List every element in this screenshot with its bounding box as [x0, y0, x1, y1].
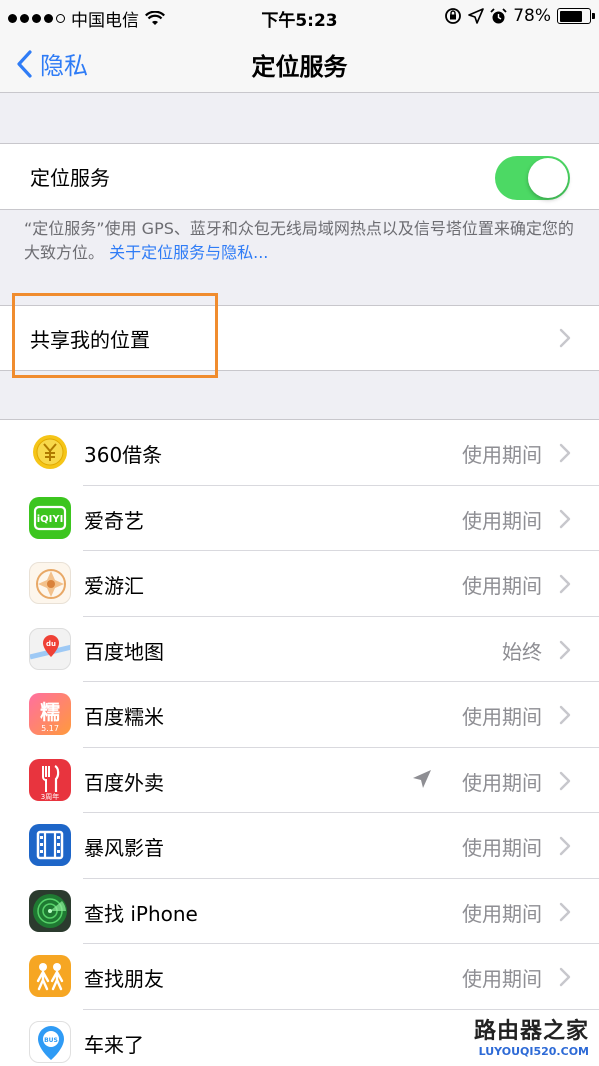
nuomi-logo-char: 糯 — [40, 700, 60, 724]
chevron-right-icon — [559, 328, 571, 348]
rotation-lock-icon — [445, 8, 462, 24]
app-permission: 使用期间 — [462, 443, 542, 467]
app-permission: 使用期间 — [462, 770, 542, 795]
carrier-label: 中国电信 — [71, 11, 139, 31]
iqiyi-icon: iQIYI — [29, 496, 71, 539]
nuomi-logo-date: 5.17 — [41, 724, 59, 733]
baidu-logo-text: du — [46, 640, 56, 648]
app-list: 360借条 使用期间 iQIYI 爱奇艺 使用期间 爱游汇 使用期间 du 百度… — [0, 419, 599, 1066]
chevron-right-icon — [559, 902, 571, 921]
find-iphone-icon — [29, 889, 71, 932]
wifi-icon — [145, 10, 165, 25]
app-row-find-friends[interactable]: 查找朋友 使用期间 — [0, 944, 599, 1010]
app-permission: 使用期间 — [462, 705, 542, 729]
battery-percent: 78% — [513, 6, 551, 26]
footer-text: “定位服务”使用 GPS、蓝牙和众包无线局域网热点以及信号塔位置来确定您的大致方… — [24, 219, 574, 262]
app-name: 360借条 — [84, 443, 163, 467]
find-friends-icon — [29, 955, 71, 997]
battery-level-fill — [559, 10, 583, 22]
waimai-logo-badge: 3周年 — [41, 792, 59, 801]
location-services-row: 定位服务 — [0, 144, 599, 209]
battery-icon — [557, 8, 595, 24]
app-row-find-iphone[interactable]: 查找 iPhone 使用期间 — [0, 879, 599, 944]
app-row-baidu-nuomi[interactable]: 糯 5.17 百度糯米 使用期间 — [0, 682, 599, 748]
app-permission: 使用期间 — [462, 574, 542, 598]
chelaile-icon: BUS — [29, 1020, 71, 1063]
app-permission: 使用期间 — [462, 508, 542, 533]
app-row-360-jietiao[interactable]: 360借条 使用期间 — [0, 420, 599, 486]
app-name: 百度外卖 — [84, 770, 164, 795]
toggle-knob — [528, 158, 568, 198]
app-permission: 使用期间 — [462, 967, 542, 991]
location-services-toggle[interactable] — [495, 156, 570, 200]
app-row-aiyouhui[interactable]: 爱游汇 使用期间 — [0, 551, 599, 617]
chevron-right-icon — [559, 836, 571, 856]
baofeng-icon — [29, 824, 71, 866]
app-row-iqiyi[interactable]: iQIYI 爱奇艺 使用期间 — [0, 486, 599, 551]
share-location-group: 共享我的位置 — [0, 305, 599, 371]
privacy-link[interactable]: 关于定位服务与隐私... — [109, 243, 268, 262]
watermark: 路由器之家 LUYOUQI520.COM — [474, 1013, 589, 1058]
location-used-icon — [413, 769, 431, 788]
signal-strength-icon — [8, 14, 65, 23]
share-location-label: 共享我的位置 — [30, 327, 150, 352]
chevron-right-icon — [559, 771, 571, 790]
navigation-bar: 隐私 定位服务 — [0, 34, 599, 93]
baidu-waimai-icon: 3周年 — [29, 758, 71, 801]
app-permission: 始终 — [502, 639, 542, 664]
app-name: 车来了 — [84, 1032, 144, 1057]
iqiyi-logo-text: iQIYI — [37, 514, 64, 525]
status-bar: 中国电信 下午5:23 78% — [0, 0, 599, 34]
page-title: 定位服务 — [251, 53, 348, 81]
location-arrow-icon — [468, 8, 485, 24]
share-location-row[interactable]: 共享我的位置 — [0, 306, 599, 370]
app-row-baidu-waimai[interactable]: 3周年 百度外卖 使用期间 — [0, 748, 599, 813]
app-name: 暴风影音 — [84, 836, 164, 860]
app-name: 百度糯米 — [84, 705, 164, 729]
chevron-right-icon — [559, 640, 571, 659]
app-name: 百度地图 — [84, 639, 164, 664]
back-button[interactable]: 隐私 — [16, 46, 88, 81]
baidu-nuomi-icon: 糯 5.17 — [29, 693, 71, 735]
location-services-footer: “定位服务”使用 GPS、蓝牙和众包无线局域网热点以及信号塔位置来确定您的大致方… — [24, 217, 574, 265]
app-permission: 使用期间 — [462, 836, 542, 860]
location-services-label: 定位服务 — [30, 166, 110, 190]
watermark-url: LUYOUQI520.COM — [478, 1045, 589, 1058]
chevron-right-icon — [559, 705, 571, 725]
baidu-map-icon: du — [29, 627, 71, 670]
app-name: 爱奇艺 — [84, 508, 144, 533]
watermark-title: 路由器之家 — [473, 1019, 589, 1044]
app-name: 查找朋友 — [84, 967, 164, 991]
location-services-group: 定位服务 — [0, 143, 599, 210]
app-name: 爱游汇 — [84, 574, 144, 598]
bus-logo-text: BUS — [44, 1037, 58, 1044]
chevron-right-icon — [559, 574, 571, 594]
chevron-right-icon — [559, 967, 571, 987]
aiyouhui-icon — [29, 562, 71, 604]
chevron-left-icon — [17, 49, 32, 78]
app-permission: 使用期间 — [462, 901, 542, 926]
app-name: 查找 iPhone — [84, 901, 198, 926]
chevron-right-icon — [559, 443, 571, 463]
alarm-icon — [490, 7, 507, 23]
app-row-baofeng[interactable]: 暴风影音 使用期间 — [0, 813, 599, 879]
360-jietiao-icon — [29, 431, 71, 473]
chevron-right-icon — [559, 509, 571, 528]
app-row-baidu-map[interactable]: du 百度地图 始终 — [0, 617, 599, 682]
back-label: 隐私 — [40, 52, 88, 80]
